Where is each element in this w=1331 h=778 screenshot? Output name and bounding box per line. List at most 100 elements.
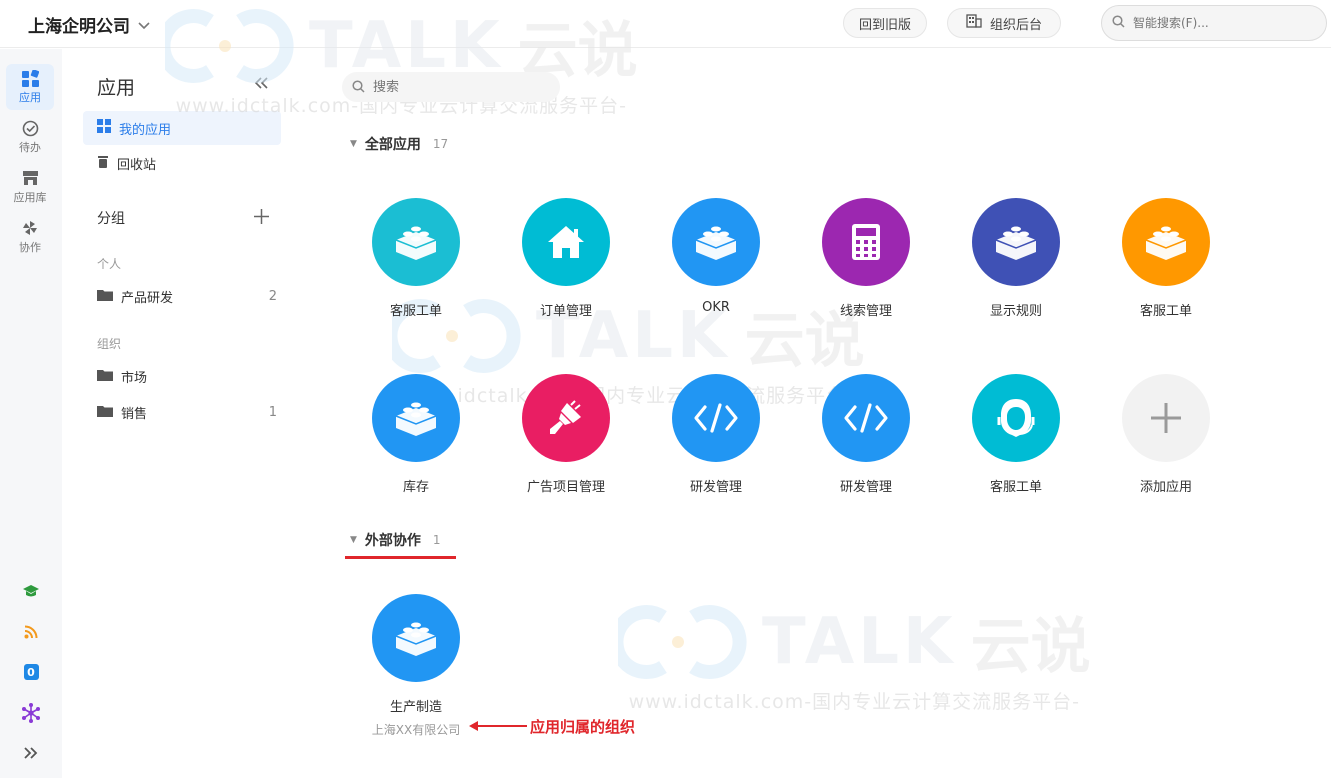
- zero-badge-icon[interactable]: 0: [0, 660, 62, 684]
- external-collab-count: 1: [432, 533, 441, 547]
- rail-label-todo: 待办: [19, 141, 41, 154]
- rail-label-collab: 协作: [19, 241, 41, 254]
- folder-icon: [97, 369, 113, 385]
- caret-down-icon: ▼: [350, 139, 357, 149]
- group-count: 1: [268, 405, 277, 420]
- annotation: 应用归属的组织: [468, 716, 635, 737]
- store-icon: [21, 169, 39, 187]
- network-icon[interactable]: [0, 701, 62, 725]
- app-tile[interactable]: 线索管理: [791, 198, 941, 319]
- building-icon: [966, 14, 982, 32]
- back-to-old-version-button[interactable]: 回到旧版: [843, 8, 927, 38]
- folder-icon: [97, 289, 113, 305]
- rss-icon[interactable]: [0, 620, 62, 644]
- nav-my-apps-label: 我的应用: [119, 122, 172, 138]
- rail-item-todo[interactable]: 待办: [6, 114, 54, 160]
- left-rail: 应用 待办 应用库 协作 0: [0, 49, 62, 778]
- company-switcher[interactable]: 上海企明公司: [28, 12, 150, 37]
- add-group-icon[interactable]: [254, 208, 269, 228]
- app-tile[interactable]: 客服工单: [1091, 198, 1241, 319]
- app-tile[interactable]: 显示规则: [941, 198, 1091, 319]
- external-collab-section-toggle[interactable]: ▼ 外部协作 1: [350, 530, 441, 550]
- all-apps-title: 全部应用: [364, 137, 421, 153]
- app-name: 研发管理: [839, 480, 892, 495]
- watermark-brand: TALK: [762, 604, 957, 679]
- app-tile[interactable]: 研发管理: [791, 374, 941, 495]
- org-admin-button[interactable]: 组织后台: [947, 8, 1061, 38]
- annotation-text: 应用归属的组织: [530, 718, 636, 736]
- expand-icon[interactable]: [0, 741, 62, 765]
- rail-item-collab[interactable]: 协作: [6, 214, 54, 260]
- house-icon: [522, 198, 610, 286]
- smart-search-box[interactable]: [1101, 5, 1327, 41]
- nav-my-apps[interactable]: 我的应用: [83, 111, 281, 145]
- lego-brick-icon: [372, 594, 460, 682]
- calculator-icon: [822, 198, 910, 286]
- arrow-left-icon: [468, 717, 528, 736]
- rail-label-apps: 应用: [19, 91, 41, 104]
- app-name: 客服工单: [1139, 304, 1192, 319]
- group-name: 市场: [121, 371, 148, 386]
- group-name: 销售: [121, 407, 148, 422]
- chevron-down-icon: [138, 19, 150, 33]
- trash-icon: [97, 155, 109, 172]
- group-item-sales[interactable]: 销售 1: [97, 403, 277, 422]
- org-admin-label: 组织后台: [989, 17, 1042, 33]
- smart-search-input[interactable]: [1131, 15, 1305, 31]
- check-circle-icon: [21, 119, 39, 137]
- rail-item-app-store[interactable]: 应用库: [6, 164, 54, 210]
- app-search-box[interactable]: [342, 72, 560, 102]
- search-icon: [1112, 15, 1125, 31]
- group-item-product-dev[interactable]: 产品研发 2: [97, 287, 277, 306]
- app-name: 客服工单: [989, 480, 1042, 495]
- headset-agent-icon: [972, 374, 1060, 462]
- app-name: 客服工单: [389, 304, 442, 319]
- app-tile[interactable]: 库存: [341, 374, 491, 495]
- add-app-tile[interactable]: 添加应用: [1091, 374, 1241, 495]
- app-name: 研发管理: [689, 480, 742, 495]
- lego-brick-icon: [1122, 198, 1210, 286]
- org-section-label: 组织: [97, 337, 122, 351]
- graduation-cap-icon[interactable]: [0, 579, 62, 603]
- app-tile[interactable]: 研发管理: [641, 374, 791, 495]
- personal-section-label: 个人: [97, 257, 122, 271]
- watermark-url: www.idctalk.com-国内专业云计算交流服务平台-: [628, 691, 1080, 713]
- app-owner-org: 上海XX有限公司: [371, 723, 461, 737]
- company-name: 上海企明公司: [28, 17, 130, 37]
- folder-icon: [97, 405, 113, 421]
- all-apps-count: 17: [432, 137, 449, 151]
- external-collab-title: 外部协作: [364, 533, 421, 549]
- pinwheel-icon: [21, 219, 39, 237]
- lego-brick-icon: [372, 198, 460, 286]
- collapse-panel-icon[interactable]: [254, 74, 270, 93]
- app-name: 添加应用: [1139, 480, 1192, 495]
- app-name: 库存: [402, 480, 429, 495]
- code-icon: [822, 374, 910, 462]
- apps-side-panel: 应用 我的应用 回收站 分组 个人 产品研发 2 组织 市场 销售 1: [62, 49, 300, 778]
- apps-grid-icon: [97, 119, 111, 137]
- app-tile[interactable]: 客服工单: [941, 374, 1091, 495]
- group-name: 产品研发: [121, 291, 174, 306]
- back-old-label: 回到旧版: [858, 17, 911, 33]
- plus-icon: [1122, 374, 1210, 462]
- all-apps-section-toggle[interactable]: ▼ 全部应用 17: [350, 134, 448, 154]
- rail-item-apps[interactable]: 应用: [6, 64, 54, 110]
- search-icon: [352, 78, 365, 97]
- app-name: 线索管理: [839, 304, 892, 319]
- app-name: 订单管理: [539, 304, 592, 319]
- app-search-input[interactable]: [371, 78, 555, 96]
- watermark-brand-cn: 云说: [970, 612, 1091, 682]
- lego-brick-icon: [372, 374, 460, 462]
- app-tile[interactable]: OKR: [641, 198, 791, 315]
- apps-grid-icon: [21, 69, 39, 87]
- panel-title: 应用: [97, 77, 136, 99]
- app-tile[interactable]: 客服工单: [341, 198, 491, 319]
- app-name: 生产制造: [389, 700, 442, 715]
- app-name: OKR: [702, 300, 730, 315]
- paint-brush-icon: [522, 374, 610, 462]
- nav-recycle-bin[interactable]: 回收站: [83, 146, 281, 180]
- watermark: TALK 云说 www.idctalk.com-国内专业云计算交流服务平台-: [618, 598, 1091, 714]
- app-tile[interactable]: 订单管理: [491, 198, 641, 319]
- group-item-market[interactable]: 市场: [97, 367, 277, 386]
- app-tile[interactable]: 广告项目管理: [491, 374, 641, 495]
